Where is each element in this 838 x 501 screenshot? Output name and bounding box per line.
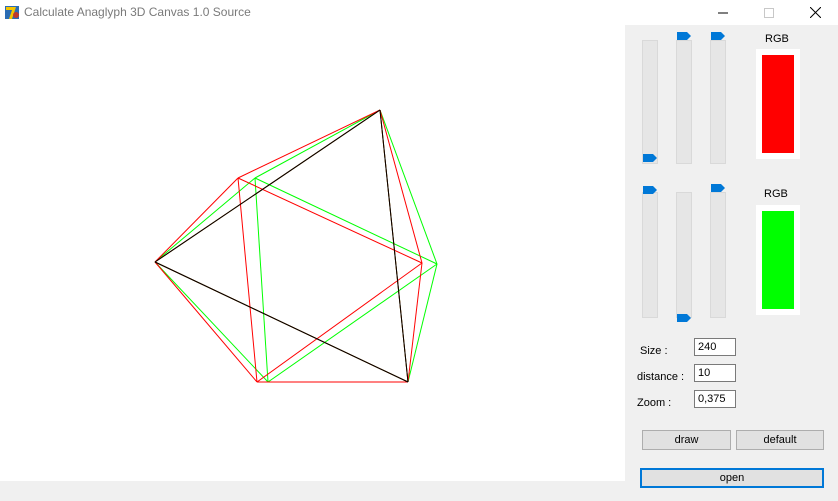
- zoom-label: Zoom :: [637, 397, 672, 409]
- delphi-app-icon: [5, 6, 19, 19]
- color1-rgb-label: RGB: [765, 33, 789, 45]
- size-field[interactable]: [694, 338, 736, 356]
- red-wireframe-edge: [154, 261, 258, 383]
- maximize-icon: [764, 7, 774, 18]
- color1-swatch[interactable]: [762, 55, 794, 153]
- distance-field[interactable]: [694, 364, 736, 382]
- color1-green-slider[interactable]: [676, 40, 692, 164]
- color1-blue-thumb[interactable]: [711, 32, 725, 40]
- maximize-button[interactable]: [746, 0, 792, 25]
- green-wireframe-edge: [254, 177, 269, 383]
- color1-green-thumb[interactable]: [677, 32, 691, 40]
- color2-red-thumb[interactable]: [643, 186, 657, 194]
- color1-red-thumb[interactable]: [643, 154, 657, 162]
- color2-blue-thumb[interactable]: [711, 184, 725, 192]
- color2-swatch[interactable]: [762, 211, 794, 309]
- anaglyph-canvas[interactable]: [0, 25, 625, 481]
- title-bar: Calculate Anaglyph 3D Canvas 1.0 Source: [0, 0, 838, 25]
- color2-blue-slider[interactable]: [710, 192, 726, 318]
- minimize-icon: [718, 12, 728, 13]
- control-panel: RGB RGB Size : distance : Zoom : draw de…: [625, 25, 838, 501]
- green-wireframe-edge: [154, 177, 256, 263]
- color1-red-slider[interactable]: [642, 40, 658, 164]
- default-button[interactable]: default: [736, 430, 824, 450]
- minimize-button[interactable]: [700, 0, 746, 25]
- red-wireframe-edge: [237, 109, 381, 179]
- red-wireframe-edge: [407, 262, 423, 383]
- color2-red-slider[interactable]: [642, 192, 658, 318]
- green-wireframe-edge: [267, 263, 438, 383]
- anaglyph-drawing: [154, 109, 438, 383]
- color2-rgb-label: RGB: [764, 188, 788, 200]
- red-wireframe-edge: [154, 177, 239, 263]
- color1-blue-slider[interactable]: [710, 40, 726, 164]
- color1-swatch-frame: [756, 49, 800, 159]
- color2-green-thumb[interactable]: [677, 314, 691, 322]
- close-button[interactable]: [792, 0, 838, 25]
- open-button[interactable]: open: [640, 468, 824, 488]
- green-wireframe-edge: [254, 109, 381, 179]
- draw-button[interactable]: draw: [642, 430, 731, 450]
- distance-label: distance :: [637, 371, 685, 383]
- close-icon: [809, 7, 821, 18]
- size-label: Size :: [640, 345, 668, 357]
- zoom-field[interactable]: [694, 390, 736, 408]
- overlap-wireframe-edge: [154, 109, 381, 263]
- red-wireframe-edge: [237, 177, 258, 383]
- color2-green-slider[interactable]: [676, 192, 692, 318]
- color2-swatch-frame: [756, 205, 800, 315]
- window-title: Calculate Anaglyph 3D Canvas 1.0 Source: [24, 5, 251, 19]
